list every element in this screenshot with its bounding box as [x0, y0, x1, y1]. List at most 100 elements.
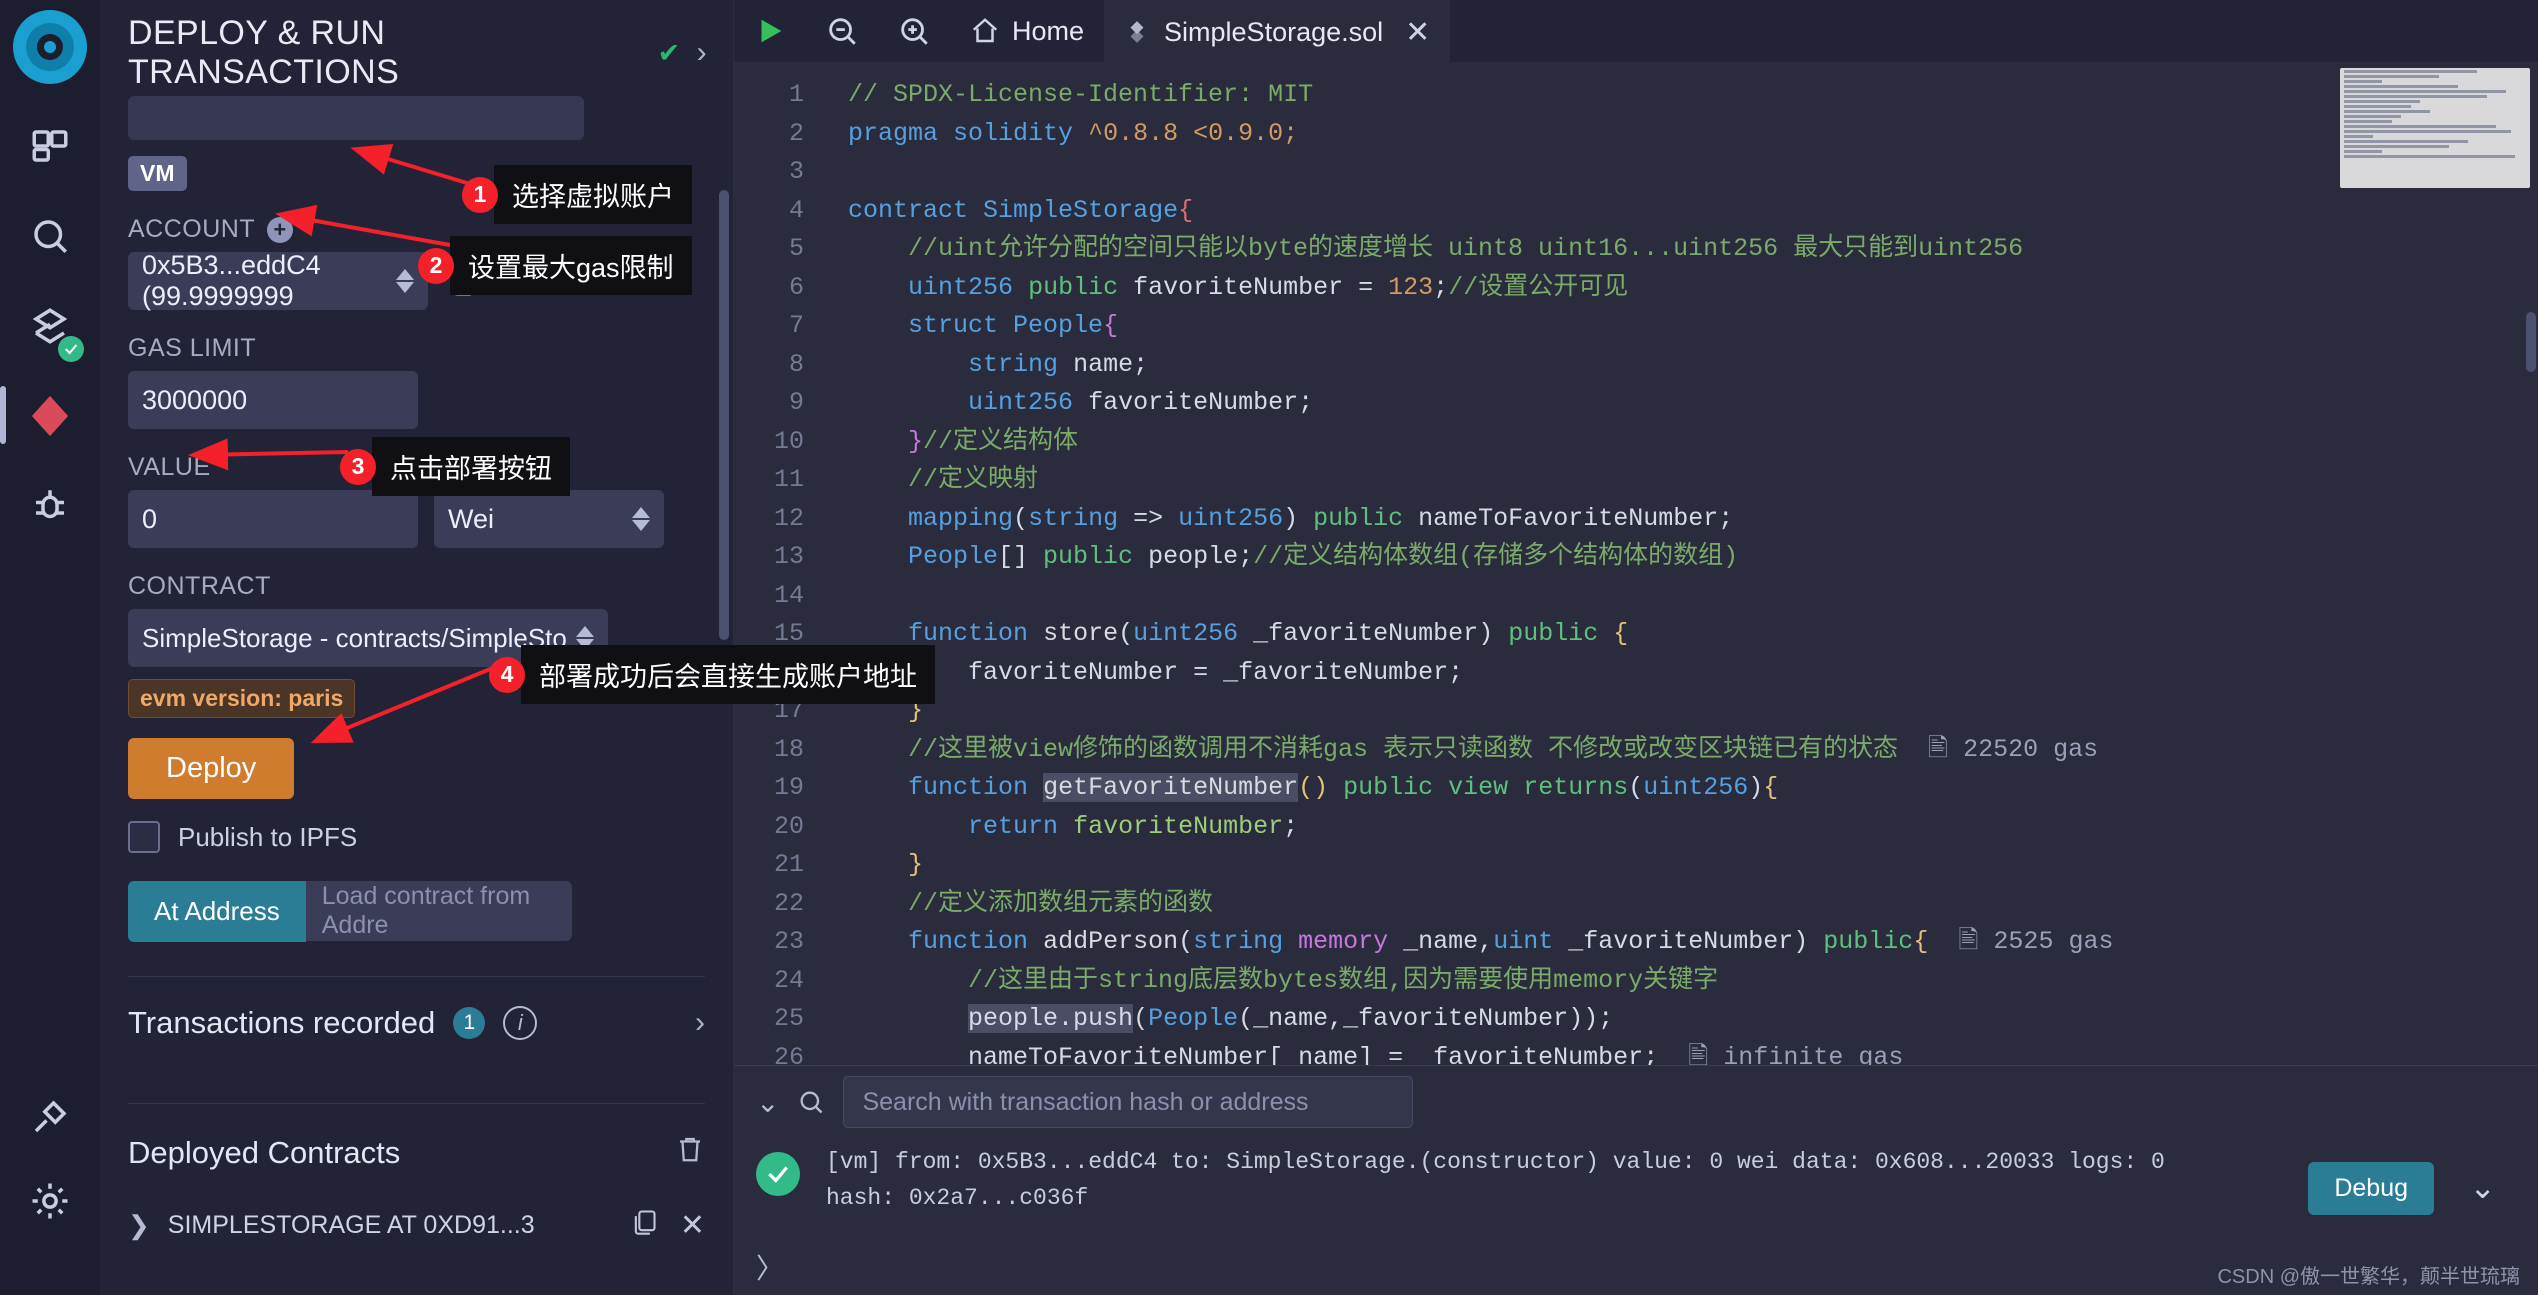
zoom-out-icon[interactable]	[806, 0, 878, 62]
code-line[interactable]	[848, 153, 2538, 192]
code-line[interactable]: uint256 public favoriteNumber = 123;//设置…	[848, 269, 2538, 308]
at-address-row: At Address Load contract from Addre	[128, 881, 705, 942]
terminal-collapse-icon[interactable]: ⌄	[756, 1086, 779, 1119]
line-number: 7	[788, 311, 804, 340]
copy-contract-address-icon[interactable]	[630, 1208, 658, 1243]
plugin-manager-icon[interactable]	[18, 1085, 82, 1149]
publish-ipfs-label: Publish to IPFS	[178, 821, 358, 852]
code-line[interactable]: nameToFavoriteNumber[_name] = _favoriteN…	[848, 1039, 2538, 1066]
clear-deployed-contracts-icon[interactable]	[675, 1134, 705, 1172]
value-unit-select[interactable]: Wei	[434, 490, 664, 548]
code-line[interactable]: return favoriteNumber;	[848, 808, 2538, 847]
home-tab[interactable]: Home	[950, 0, 1104, 62]
run-script-icon[interactable]	[734, 0, 806, 62]
code-line[interactable]: }	[848, 692, 2538, 731]
editor-minimap[interactable]	[2340, 68, 2530, 188]
tab-simplestorage-sol[interactable]: SimpleStorage.sol ✕	[1104, 0, 1451, 62]
gas-limit-input[interactable]: 3000000	[128, 371, 418, 429]
code-line[interactable]: //uint允许分配的空间只能以byte的速度增长 uint8 uint16..…	[848, 230, 2538, 269]
code-line[interactable]: //定义添加数组元素的函数	[848, 885, 2538, 924]
publish-ipfs-checkbox[interactable]	[128, 821, 160, 853]
info-icon[interactable]: i	[503, 1006, 538, 1040]
transaction-expand-chevron-icon[interactable]: ⌄	[2469, 1168, 2496, 1206]
transactions-recorded-count: 1	[453, 1007, 486, 1039]
line-number: 5	[788, 234, 804, 263]
code-line[interactable]: //这里被view修饰的函数调用不消耗gas 表示只读函数 不修改或改变区块链已…	[848, 731, 2538, 770]
code-line[interactable]: contract SimpleStorage{	[848, 192, 2538, 231]
code-line[interactable]: people.push(People(_name,_favoriteNumber…	[848, 1000, 2538, 1039]
code-line[interactable]: favoriteNumber = _favoriteNumber;	[848, 654, 2538, 693]
code-line[interactable]: string name;	[848, 346, 2538, 385]
code-line[interactable]: }	[848, 846, 2538, 885]
terminal-prompt[interactable]: 〉	[756, 1247, 784, 1287]
transactions-expand-chevron-icon[interactable]: ›	[695, 1006, 705, 1040]
code-line[interactable]: //定义映射	[848, 461, 2538, 500]
account-select[interactable]: 0x5B3...eddC4 (99.9999999	[128, 250, 428, 311]
deployed-contracts-label: Deployed Contracts	[128, 1135, 401, 1170]
remix-ide-window: DEPLOY & RUN TRANSACTIONS ✔ › ⌄ VM ACCOU…	[0, 0, 2538, 1295]
line-number: 9	[788, 388, 804, 417]
line-number: 2	[788, 118, 804, 148]
code-editor[interactable]: 1234567891011121314151617181920212223242…	[734, 62, 2538, 1065]
settings-gear-icon[interactable]	[18, 1169, 82, 1233]
code-line[interactable]: function store(uint256 _favoriteNumber) …	[848, 615, 2538, 654]
annotation-3-number: 3	[340, 448, 376, 485]
code-content[interactable]: // SPDX-License-Identifier: MIT pragma so…	[826, 62, 2538, 1065]
solidity-compiler-icon[interactable]	[18, 294, 84, 362]
at-address-button[interactable]: At Address	[128, 881, 306, 942]
gas-estimate-label: 🖹 2525 gas	[1958, 927, 2114, 956]
annotation-2-number: 2	[418, 247, 454, 284]
transaction-search-input[interactable]: Search with transaction hash or address	[843, 1076, 1414, 1128]
transactions-recorded-row[interactable]: Transactions recorded 1 i ›	[128, 977, 705, 1069]
search-icon[interactable]	[18, 204, 82, 268]
line-number: 22	[773, 888, 804, 918]
expand-contract-chevron-icon[interactable]: ❯	[128, 1210, 150, 1241]
line-number: 18	[773, 734, 804, 764]
panel-scrollbar[interactable]	[719, 190, 729, 640]
code-line[interactable]: }//定义结构体	[848, 423, 2538, 462]
value-input[interactable]: 0	[128, 490, 418, 548]
panel-expand-chevron-icon[interactable]: ›	[697, 36, 707, 70]
line-number: 26	[773, 1042, 804, 1066]
line-number: 4	[788, 195, 804, 225]
file-explorer-icon[interactable]	[18, 114, 82, 178]
debugger-icon[interactable]	[18, 474, 82, 538]
code-line[interactable]: pragma solidity ^0.8.8 <0.9.0;	[848, 115, 2538, 154]
zoom-in-icon[interactable]	[878, 0, 950, 62]
annotation-3-text: 点击部署按钮	[372, 437, 570, 496]
code-line[interactable]	[848, 577, 2538, 616]
code-line[interactable]: struct People{	[848, 307, 2538, 346]
terminal-search-icon[interactable]	[797, 1088, 825, 1116]
environment-select-partial[interactable]: ⌄	[128, 96, 584, 140]
code-line[interactable]: mapping(string => uint256) public nameTo…	[848, 500, 2538, 539]
code-line[interactable]: // SPDX-License-Identifier: MIT	[848, 76, 2538, 115]
deploy-run-icon[interactable]	[0, 384, 82, 448]
annotation-4-number: 4	[489, 656, 525, 693]
line-number: 11	[773, 465, 804, 494]
code-line[interactable]: People[] public people;//定义结构体数组(存储多个结构体…	[848, 538, 2538, 577]
editor-scrollbar[interactable]	[2526, 312, 2536, 372]
line-number-gutter: 1234567891011121314151617181920212223242…	[734, 62, 826, 1065]
value-unit-stepper-icon[interactable]	[632, 507, 650, 531]
deploy-button[interactable]: Deploy	[128, 738, 295, 799]
add-account-plus-icon[interactable]: +	[267, 216, 294, 243]
transaction-log-row[interactable]: [vm] from: 0x5B3...eddC4 to: SimpleStora…	[756, 1144, 2516, 1216]
account-stepper-icon[interactable]	[396, 269, 414, 293]
debug-button[interactable]: Debug	[2308, 1162, 2434, 1215]
close-tab-icon[interactable]: ✕	[1405, 15, 1430, 50]
remove-contract-icon[interactable]: ✕	[680, 1208, 705, 1243]
code-line[interactable]: function addPerson(string memory _name,u…	[848, 923, 2538, 962]
editor-topbar: Home SimpleStorage.sol ✕	[734, 0, 2538, 62]
value-amount: 0	[142, 503, 158, 534]
terminal-panel: ⌄ Search with transaction hash or addres…	[734, 1065, 2538, 1295]
deployed-contract-item[interactable]: ❯ SIMPLESTORAGE AT 0XD91...3 ✕	[128, 1190, 705, 1261]
deployed-contract-name: SIMPLESTORAGE AT 0XD91...3	[167, 1211, 535, 1239]
code-line[interactable]: //这里由于string底层数bytes数组,因为需要使用memory关键字	[848, 962, 2538, 1001]
at-address-input[interactable]: Load contract from Addre	[305, 881, 572, 941]
publish-ipfs-row[interactable]: Publish to IPFS	[128, 821, 705, 853]
line-number: 24	[773, 965, 804, 995]
code-line[interactable]: uint256 favoriteNumber;	[848, 384, 2538, 423]
remix-logo-icon	[13, 10, 87, 84]
code-line[interactable]: function getFavoriteNumber() public view…	[848, 769, 2538, 808]
watermark-text: CSDN @傲一世繁华，颠半世琉璃	[2217, 1266, 2520, 1288]
